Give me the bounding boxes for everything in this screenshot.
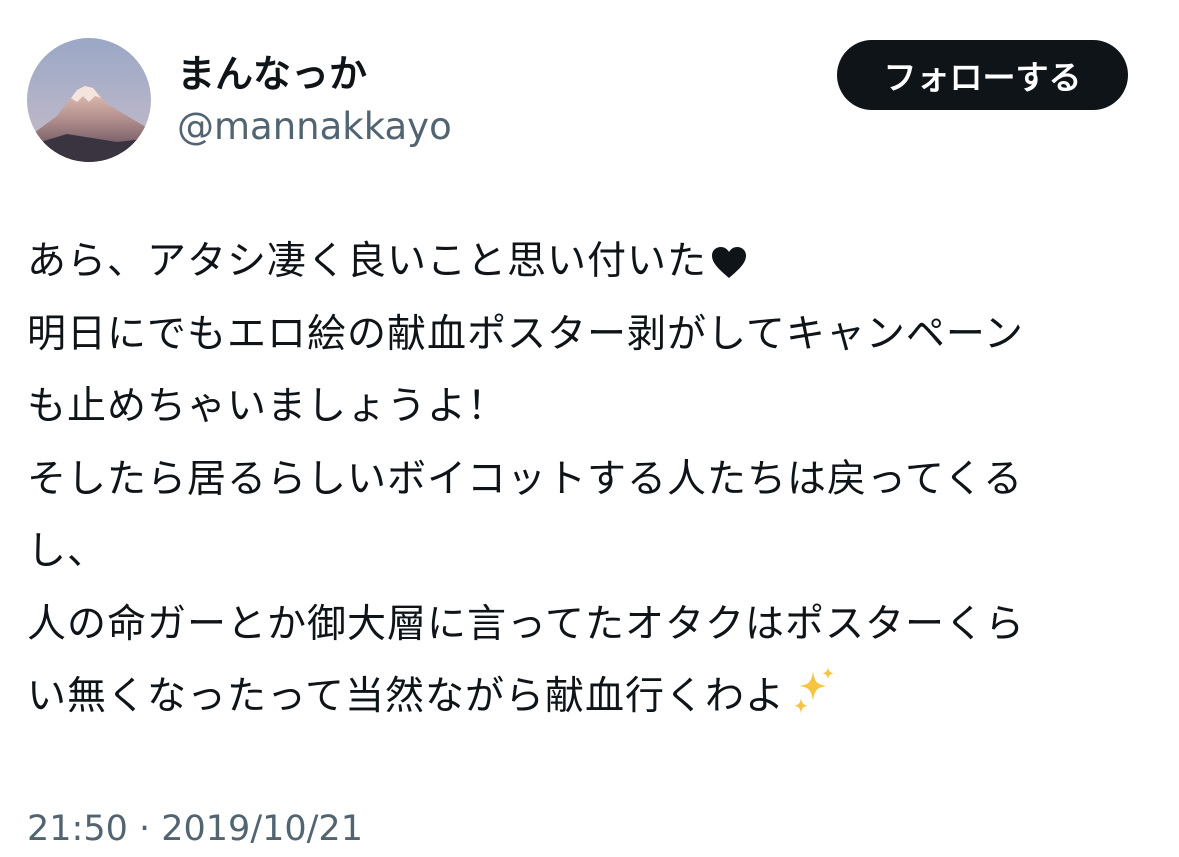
- black-heart-icon: [711, 246, 747, 280]
- tweet-line: も止めちゃいましょうよ！: [27, 384, 508, 429]
- tweet-line: あら、アタシ凄く良いこと思い付いた: [27, 226, 1157, 299]
- tweet-line: し、: [27, 529, 108, 574]
- tweet-line-text: い無くなったって当然ながら献血行くわよ: [27, 674, 786, 719]
- tweet-timestamp[interactable]: 21:50 · 2019/10/21: [27, 806, 363, 852]
- tweet-line: そしたら居るらしいボイコットする人たちは戻ってくる: [27, 456, 1024, 502]
- mount-fuji-avatar-icon: [27, 38, 151, 162]
- user-handle[interactable]: @mannakkayo: [177, 104, 452, 150]
- display-name[interactable]: まんなっか: [177, 50, 367, 98]
- tweet-line: 人の命ガーとか御大層に言ってたオタクはポスターくら: [27, 601, 1026, 647]
- sparkles-icon: [789, 665, 839, 715]
- tweet-text: あら、アタシ凄く良いこと思い付いた 明日にでもエロ絵の献血ポスター剥がしてキャン…: [27, 226, 1157, 734]
- follow-button[interactable]: フォローする: [837, 40, 1128, 110]
- tweet-line-text: あら、アタシ凄く良いこと思い付いた: [27, 239, 708, 284]
- tweet-line: い無くなったって当然ながら献血行くわよ: [27, 661, 1157, 734]
- tweet-line: 明日にでもエロ絵の献血ポスター剥がしてキャンペーン: [27, 311, 1024, 357]
- avatar[interactable]: [27, 38, 151, 162]
